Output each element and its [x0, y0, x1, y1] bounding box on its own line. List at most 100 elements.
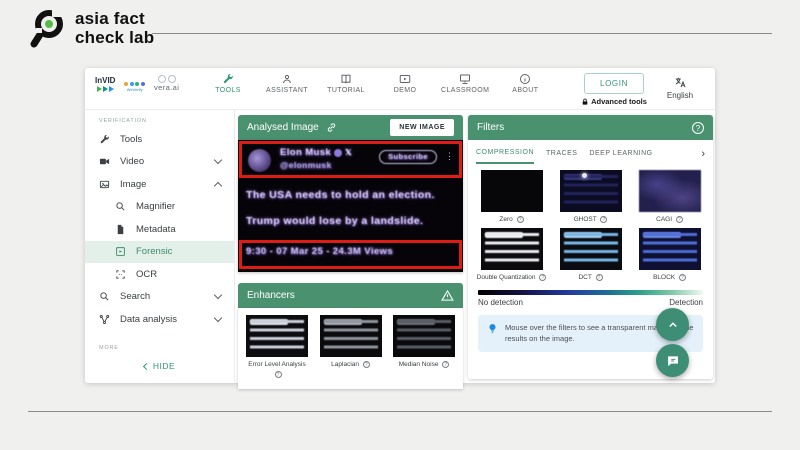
magnifier-logo-icon — [28, 6, 68, 50]
nav-demo[interactable]: DEMO — [382, 73, 428, 94]
enhancer-error-level-analysis[interactable]: Error Level Analysis — [243, 315, 311, 380]
sidebar-item-ocr[interactable]: OCR — [85, 263, 234, 286]
annotation-box-header — [239, 141, 462, 178]
annotation-box-timestamp — [239, 240, 462, 269]
filter-zero[interactable]: Zero — [472, 170, 551, 225]
book-icon — [340, 73, 352, 85]
chevron-up-icon — [214, 182, 222, 190]
help-icon[interactable] — [539, 274, 546, 281]
wrench-icon — [99, 134, 110, 145]
filter-double-quantization[interactable]: Double Quantization — [472, 228, 551, 283]
filters-grid: Zero GHOST CAGI Double Quantization DCT — [468, 164, 713, 283]
chevron-down-icon — [214, 156, 222, 164]
help-icon[interactable] — [275, 371, 282, 378]
enhancers-title: Enhancers — [247, 290, 295, 301]
tweet-text-line-1: The USA needs to hold an election. — [246, 189, 435, 201]
chevron-left-icon — [143, 362, 150, 369]
filter-ghost[interactable]: GHOST — [551, 170, 630, 225]
sidebar-item-tools[interactable]: Tools — [85, 128, 234, 151]
info-icon — [519, 73, 531, 85]
tweet-text-line-2: Trump would lose by a landslide. — [246, 215, 423, 227]
help-icon[interactable] — [596, 274, 603, 281]
partner-logos: InVID WeVerify vera.ai — [95, 75, 179, 92]
image-icon — [99, 179, 110, 190]
sidebar-item-metadata[interactable]: Metadata — [85, 218, 234, 241]
filters-header: Filters — [468, 115, 713, 140]
lightbulb-icon — [487, 323, 498, 334]
weverify-logo: WeVerify — [124, 82, 145, 93]
enhancers-header: Enhancers — [238, 283, 463, 308]
warning-icon[interactable] — [441, 289, 454, 302]
enhancer-median-noise[interactable]: Median Noise — [390, 315, 458, 380]
magnifier-icon — [115, 201, 126, 212]
enhancer-thumbnail[interactable] — [246, 315, 308, 357]
sidebar-item-video[interactable]: Video — [85, 151, 234, 174]
demo-icon — [399, 73, 411, 85]
enhancer-thumbnail[interactable] — [393, 315, 455, 357]
help-icon[interactable] — [679, 274, 686, 281]
nav-tools[interactable]: TOOLS — [205, 73, 251, 94]
chevron-down-icon — [214, 291, 222, 299]
tab-traces[interactable]: TRACES — [546, 150, 577, 163]
nav-assistant[interactable]: ASSISTANT — [264, 73, 310, 94]
filter-thumbnail[interactable] — [639, 228, 701, 270]
filter-thumbnail[interactable] — [481, 228, 543, 270]
bottom-divider-line — [28, 411, 772, 412]
tab-deep-learning[interactable]: DEEP LEARNING — [589, 150, 652, 163]
sidebar-item-data-analysis[interactable]: Data analysis — [85, 308, 234, 331]
nav-about[interactable]: ABOUT — [502, 73, 548, 94]
filters-title: Filters — [477, 122, 504, 133]
sidebar-item-image[interactable]: Image — [85, 173, 234, 196]
filter-thumbnail[interactable] — [639, 170, 701, 212]
nav-classroom[interactable]: CLASSROOM — [441, 73, 489, 94]
nav-tutorial[interactable]: TUTORIAL — [323, 73, 369, 94]
enhancer-laplacian[interactable]: Laplacian — [317, 315, 385, 380]
help-icon[interactable] — [442, 361, 449, 368]
help-icon[interactable] — [676, 216, 683, 223]
filter-thumbnail[interactable] — [560, 228, 622, 270]
top-navigation-bar: InVID WeVerify vera.ai — [85, 68, 715, 110]
chevron-down-icon — [214, 314, 222, 322]
tab-compression[interactable]: COMPRESSION — [476, 149, 534, 164]
analysed-image-title: Analysed Image — [247, 122, 319, 133]
filter-thumbnail[interactable] — [560, 170, 622, 212]
scroll-to-top-button[interactable] — [656, 308, 689, 341]
sidebar-item-forensic[interactable]: Forensic — [85, 241, 234, 264]
tabs-scroll-next-icon[interactable] — [701, 148, 705, 164]
language-selector[interactable]: English — [659, 76, 701, 100]
sidebar: VERIFICATION Tools Video Image — [85, 110, 235, 383]
sidebar-section-label: VERIFICATION — [85, 116, 234, 128]
link-icon[interactable] — [326, 122, 337, 133]
new-image-button[interactable]: NEW IMAGE — [390, 119, 454, 136]
ocr-icon — [115, 269, 126, 280]
login-area: LOGIN Advanced tools — [575, 73, 653, 106]
chevron-up-icon — [666, 318, 680, 332]
app-window: InVID WeVerify vera.ai — [85, 68, 715, 383]
feedback-button[interactable] — [656, 344, 689, 377]
filter-dct[interactable]: DCT — [551, 228, 630, 283]
login-button[interactable]: LOGIN — [584, 73, 644, 94]
feedback-chat-icon — [666, 354, 680, 368]
analysed-image-panel: Analysed Image NEW IMAGE Elon Musk 𝕏 @el… — [238, 115, 463, 389]
detection-label: Detection — [669, 298, 703, 307]
help-icon[interactable] — [692, 122, 704, 134]
main-nav: TOOLS ASSISTANT TUTORIAL — [205, 73, 548, 94]
veraai-logo: vera.ai — [154, 75, 179, 92]
help-icon[interactable] — [600, 216, 607, 223]
help-icon[interactable] — [363, 361, 370, 368]
lock-icon — [581, 98, 589, 106]
filter-cagi[interactable]: CAGI — [630, 170, 709, 225]
enhancers-body: Error Level Analysis Laplacian Median No… — [238, 308, 463, 389]
filter-block[interactable]: BLOCK — [630, 228, 709, 283]
analysed-image: Elon Musk 𝕏 @elonmusk Subscribe The USA … — [238, 140, 463, 272]
sidebar-item-search[interactable]: Search — [85, 286, 234, 309]
sidebar-item-magnifier[interactable]: Magnifier — [85, 196, 234, 219]
filter-thumbnail[interactable] — [481, 170, 543, 212]
enhancer-thumbnail[interactable] — [320, 315, 382, 357]
help-icon[interactable] — [517, 216, 524, 223]
sidebar-hide-button[interactable]: HIDE — [85, 361, 234, 371]
video-icon — [99, 156, 110, 167]
advanced-tools-toggle[interactable]: Advanced tools — [575, 97, 653, 106]
sidebar-more-label: MORE — [85, 331, 234, 355]
filters-tabs: COMPRESSION TRACES DEEP LEARNING — [468, 140, 713, 164]
